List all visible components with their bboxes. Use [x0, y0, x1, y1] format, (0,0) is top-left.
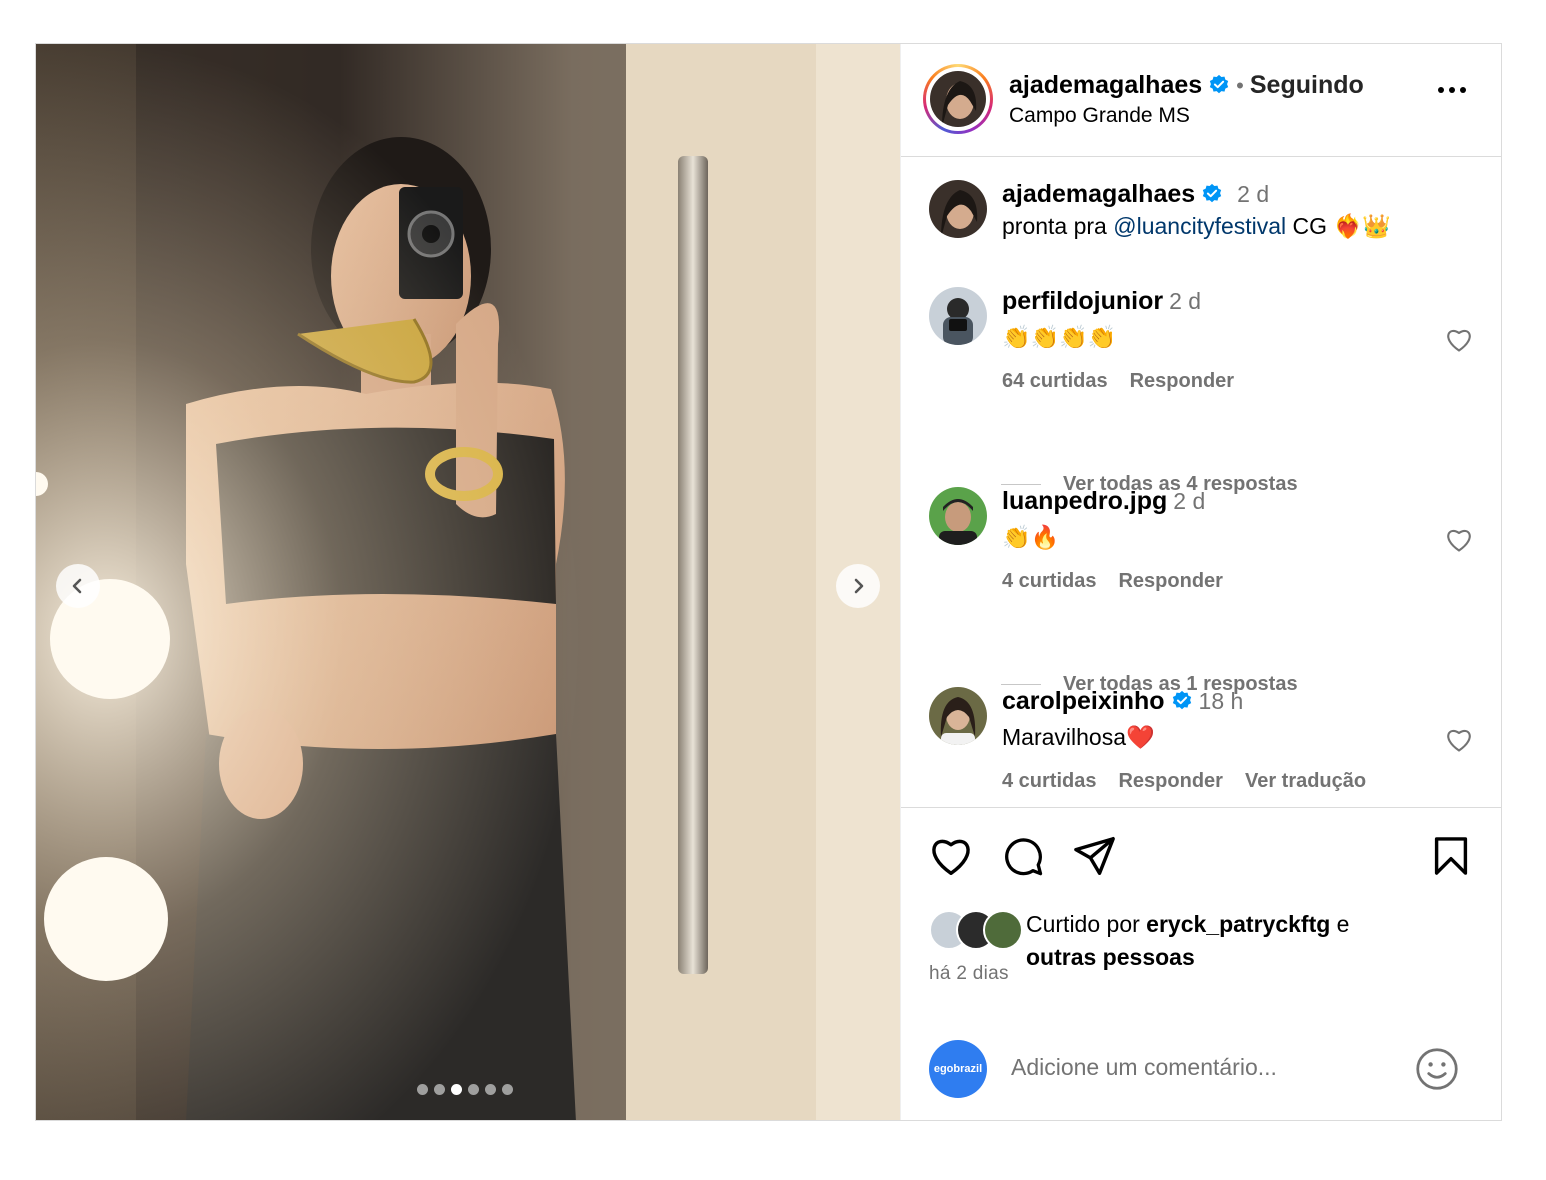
comment-avatar[interactable] [929, 487, 987, 545]
avatar[interactable] [983, 910, 1023, 950]
chevron-left-icon [72, 578, 82, 594]
comment-likes[interactable]: 4 curtidas [1002, 770, 1096, 792]
comment-icon[interactable] [1001, 836, 1045, 878]
caption-avatar[interactable] [929, 180, 987, 238]
caption-time[interactable]: 2 d [1237, 181, 1269, 207]
post-header: ajademagalhaes • Seguindo Campo Grande MS [901, 44, 1501, 157]
comment-username[interactable]: perfildojunior [1002, 287, 1163, 315]
like-comment-icon[interactable] [1445, 727, 1473, 753]
reply-button[interactable]: Responder [1118, 570, 1222, 592]
post-media[interactable] [36, 44, 900, 1120]
comment-time[interactable]: 18 h [1199, 688, 1244, 714]
reply-button[interactable]: Responder [1118, 770, 1222, 792]
header-separator: • [1236, 73, 1244, 98]
author-username[interactable]: ajademagalhaes [1009, 71, 1202, 99]
add-comment-bar: egobrazil [929, 1040, 1501, 1100]
current-user-avatar[interactable]: egobrazil [929, 1040, 987, 1098]
verified-badge-icon [1172, 690, 1191, 710]
liked-by-prefix: Curtido por [1026, 911, 1147, 937]
carousel-dot [485, 1084, 496, 1095]
caption-mention-link[interactable]: @luancityfestival [1113, 213, 1286, 239]
author-avatar[interactable] [930, 71, 986, 127]
post-location[interactable]: Campo Grande MS [1009, 104, 1190, 128]
carousel-dot [502, 1084, 513, 1095]
emoji-icon[interactable] [1415, 1047, 1459, 1091]
heart-icon[interactable] [929, 836, 973, 876]
previous-slide-button[interactable] [56, 564, 100, 608]
share-icon[interactable] [1073, 836, 1117, 876]
liked-by-avatars[interactable] [929, 908, 1024, 950]
reply-button[interactable]: Responder [1130, 370, 1234, 392]
post-photo [36, 44, 900, 1120]
verified-badge-icon [1210, 74, 1229, 94]
comment-input[interactable] [1009, 1053, 1393, 1082]
carousel-dot [451, 1084, 462, 1095]
verified-badge-icon [1203, 183, 1222, 203]
liked-by-user-link[interactable]: eryck_patryckftg [1146, 911, 1330, 937]
comment-text: 👏🔥 [1002, 524, 1060, 550]
carousel-dot [434, 1084, 445, 1095]
more-options-icon[interactable] [1437, 86, 1467, 94]
carousel-indicator [417, 1084, 513, 1095]
comment-username[interactable]: luanpedro.jpg [1002, 487, 1167, 515]
following-button[interactable]: Seguindo [1250, 71, 1364, 99]
comment-text: Maravilhosa❤️ [1002, 724, 1155, 750]
carousel-dot [417, 1084, 428, 1095]
comment-username[interactable]: carolpeixinho [1002, 687, 1165, 715]
see-translation-button[interactable]: Ver tradução [1245, 770, 1366, 792]
liked-by-others-link[interactable]: outras pessoas [1026, 944, 1195, 970]
carousel-dot [468, 1084, 479, 1095]
comment-avatar[interactable] [929, 287, 987, 345]
comment-time[interactable]: 2 d [1169, 288, 1201, 314]
comment-likes[interactable]: 4 curtidas [1002, 570, 1096, 592]
comment-time[interactable]: 2 d [1173, 488, 1205, 514]
liked-by-connector: e [1330, 911, 1350, 937]
post-timestamp[interactable]: há 2 dias [929, 963, 1009, 985]
like-comment-icon[interactable] [1445, 527, 1473, 553]
like-comment-icon[interactable] [1445, 327, 1473, 353]
reply-divider [1001, 484, 1041, 485]
comment-avatar[interactable] [929, 687, 987, 745]
caption-text-end: CG ❤️‍🔥👑 [1286, 213, 1391, 239]
caption-username[interactable]: ajademagalhaes [1002, 180, 1195, 208]
story-ring[interactable] [923, 64, 993, 134]
post-side-panel: ajademagalhaes • Seguindo Campo Grande MS … [900, 44, 1501, 1120]
chevron-right-icon [854, 578, 864, 594]
comments-section[interactable]: ajademagalhaes 2 d pronta pra @luancityfe… [901, 157, 1501, 807]
post-actions: Curtido por eryck_patryckftg e outras pes… [901, 807, 1501, 1098]
instagram-post: ajademagalhaes • Seguindo Campo Grande MS … [35, 43, 1502, 1121]
bookmark-icon[interactable] [1433, 836, 1469, 876]
caption-text: pronta pra [1002, 213, 1114, 239]
comment-text: 👏👏👏👏 [1002, 324, 1117, 350]
next-slide-button[interactable] [836, 564, 880, 608]
comment-likes[interactable]: 64 curtidas [1002, 370, 1108, 392]
reply-divider [1001, 684, 1041, 685]
